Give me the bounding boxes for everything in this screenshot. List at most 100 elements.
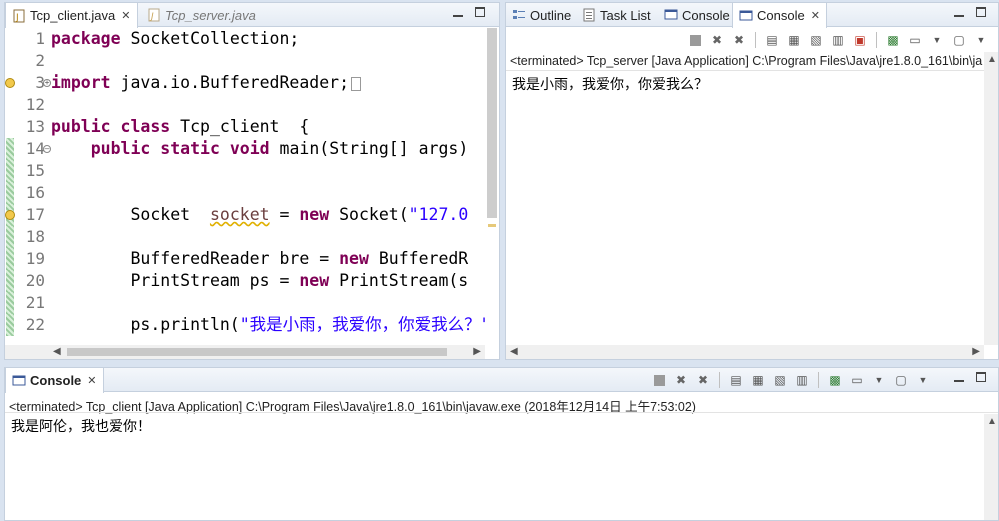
pin-console-icon[interactable]: ▩ [884,31,902,49]
code-line: public static void main(String[] args) [90,139,469,158]
scroll-left-icon[interactable]: ◀ [510,346,518,357]
remove-all-icon[interactable]: ✖ [730,31,748,49]
display-console-icon[interactable]: ▭ [906,31,924,49]
scroll-up-icon[interactable]: ▲ [987,54,997,65]
tab-console-active[interactable]: Console ✕ [732,3,827,28]
console-toolbar: ✖ ✖ ▤ ▦ ▧ ▥ ▣ ▩ ▭ ▼ ▢ ▼ [686,31,990,49]
chevron-down-icon[interactable]: ▼ [870,371,888,389]
minimize-icon[interactable] [453,7,463,17]
line-number: 22 [25,315,45,334]
console-icon [739,9,753,23]
expand-icon[interactable]: + [43,79,51,87]
line-number: 17 [25,205,45,224]
tab-tcp-server[interactable]: J Tcp_server.java [141,3,262,27]
code-line: public class Tcp_client { [51,117,310,136]
line-number: 15 [25,161,45,180]
tab-task-list[interactable]: Task List [576,3,657,27]
line-number-gutter: 1 2 3 +12 13 14–15 16 17 18 19 20 21 22 [15,28,51,345]
scroll-thumb[interactable] [487,28,497,218]
java-file-icon: J [147,8,161,22]
tab-label: Tcp_client.java [30,8,116,23]
outline-icon [512,8,526,22]
pin-console-icon[interactable]: ▩ [826,371,844,389]
code-line: import java.io.BufferedReader; [51,72,485,94]
line-number: 18 [25,227,45,246]
tab-console[interactable]: Console [658,3,736,27]
line-number: 19 [25,249,45,268]
svg-text:J: J [15,13,19,23]
terminate-icon[interactable] [650,371,668,389]
line-number: 21 [25,293,45,312]
show-on-output-icon[interactable]: ▥ [793,371,811,389]
console-icon [664,8,678,22]
minimize-icon[interactable] [954,372,964,382]
code-line: BufferedReader bre = new BufferedR [51,249,469,268]
editor-window-controls [453,7,485,17]
line-number: 13 [25,117,45,136]
task-list-icon [582,8,596,22]
line-number: 3 + [35,73,51,92]
code-text[interactable]: package SocketCollection; import java.io… [51,28,485,345]
close-icon[interactable]: ✕ [121,9,130,22]
collapse-icon[interactable]: – [43,145,51,153]
right-tabbar: Outline Task List Console Console ✕ [506,3,998,28]
scroll-thumb[interactable] [67,348,447,356]
scroll-right-icon[interactable]: ▶ [473,346,481,357]
minimize-icon[interactable] [954,7,964,17]
scroll-left-icon[interactable]: ◀ [53,346,61,357]
tab-label: Task List [600,7,651,23]
bottom-window-controls [954,372,986,382]
tab-console-bottom[interactable]: Console ✕ [5,368,104,393]
console-output[interactable]: 我是阿伦，我也爱你！ [11,416,151,436]
change-ruler [5,28,15,345]
tab-tcp-client[interactable]: J Tcp_client.java ✕ [5,3,138,28]
tab-label: Tcp_server.java [165,7,256,23]
remove-launch-icon[interactable]: ✖ [672,371,690,389]
code-line: PrintStream ps = new PrintStream(s [51,271,469,290]
remove-all-icon[interactable]: ✖ [694,371,712,389]
console-vertical-scrollbar[interactable]: ▲ [984,52,998,345]
terminate-icon[interactable] [686,31,704,49]
show-on-output-icon[interactable]: ▥ [829,31,847,49]
code-editor[interactable]: 1 2 3 +12 13 14–15 16 17 18 19 20 21 22 package Sock… [5,28,485,345]
scroll-right-icon[interactable]: ▶ [972,346,980,357]
console-horizontal-scrollbar[interactable]: ◀ ▶ [506,345,984,359]
chevron-down-icon[interactable]: ▼ [972,31,990,49]
bottom-vertical-scrollbar[interactable]: ▲ [984,414,998,520]
line-number: 20 [25,271,45,290]
line-number: 16 [25,183,45,202]
close-icon[interactable]: ✕ [811,9,820,22]
display-console-icon[interactable]: ▭ [848,371,866,389]
code-line: Socket socket = new Socket("127.0 [51,205,469,224]
maximize-icon[interactable] [976,372,986,382]
editor-vertical-scrollbar[interactable] [485,28,499,345]
word-wrap-icon[interactable]: ▧ [807,31,825,49]
scroll-up-icon[interactable]: ▲ [987,416,997,427]
open-console-icon[interactable]: ▢ [950,31,968,49]
close-icon[interactable]: ✕ [87,374,96,387]
scroll-lock-icon[interactable]: ▦ [785,31,803,49]
chevron-down-icon[interactable]: ▼ [928,31,946,49]
maximize-icon[interactable] [475,7,485,17]
editor-horizontal-scrollbar[interactable]: ◀ ▶ [5,345,485,359]
clear-console-icon[interactable]: ▤ [727,371,745,389]
editor-pane: J Tcp_client.java ✕ J Tcp_server.java 1 … [4,2,500,360]
tab-outline[interactable]: Outline [506,3,577,27]
console-icon [12,374,26,388]
line-number: 2 [35,51,45,70]
word-wrap-icon[interactable]: ▧ [771,371,789,389]
console-output[interactable]: 我是小雨，我爱你，你爱我么？ [512,74,708,94]
maximize-icon[interactable] [976,7,986,17]
bottom-tabbar: Console ✕ ✖ ✖ ▤ ▦ ▧ ▥ ▩ ▭ ▼ ▢ ▼ [5,368,998,393]
tab-label: Console [682,7,730,23]
remove-launch-icon[interactable]: ✖ [708,31,726,49]
clear-console-icon[interactable]: ▤ [763,31,781,49]
chevron-down-icon[interactable]: ▼ [914,371,932,389]
scroll-lock-icon[interactable]: ▦ [749,371,767,389]
show-on-error-icon[interactable]: ▣ [851,31,869,49]
open-console-icon[interactable]: ▢ [892,371,910,389]
